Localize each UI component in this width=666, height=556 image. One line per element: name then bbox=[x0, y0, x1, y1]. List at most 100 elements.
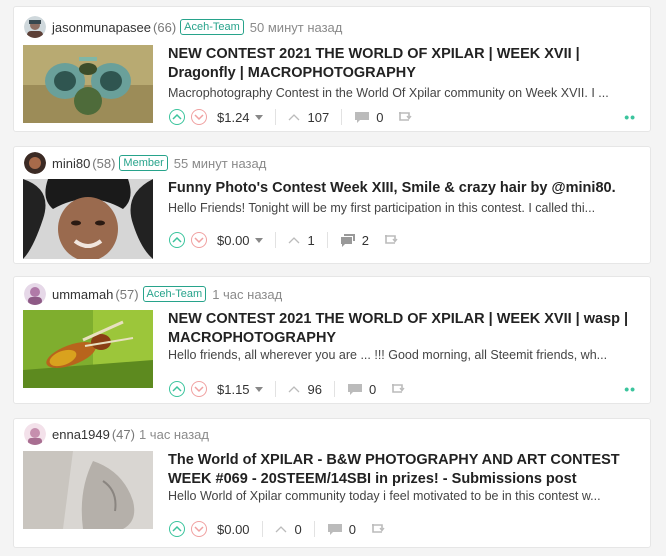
author-reputation: (57) bbox=[115, 286, 139, 302]
downvote-button[interactable] bbox=[191, 232, 207, 248]
resteem-icon bbox=[392, 383, 405, 393]
resteem-button[interactable] bbox=[397, 110, 413, 125]
author-name[interactable]: ummamah bbox=[52, 287, 113, 302]
divider bbox=[313, 521, 315, 537]
post-thumbnail[interactable] bbox=[23, 451, 153, 529]
more-options-icon[interactable]: •• bbox=[624, 109, 636, 125]
chevron-down-icon bbox=[194, 526, 204, 533]
resteem-button[interactable] bbox=[370, 522, 385, 537]
payout-value: $0.00 bbox=[217, 232, 250, 248]
comments-link[interactable]: 0 bbox=[327, 522, 356, 537]
divider bbox=[274, 381, 276, 397]
post-timestamp[interactable]: 1 час назад bbox=[139, 427, 209, 442]
community-badge: Aceh-Team bbox=[142, 286, 207, 302]
divider bbox=[334, 381, 336, 397]
payout-dropdown[interactable]: $1.24 bbox=[217, 110, 263, 125]
post-thumbnail[interactable] bbox=[23, 310, 153, 388]
voters-count[interactable]: 1 bbox=[288, 233, 315, 248]
chevron-up-icon bbox=[288, 114, 300, 121]
resteem-button[interactable] bbox=[383, 233, 398, 248]
post-excerpt[interactable]: Hello Friends! Tonight will be my first … bbox=[168, 201, 636, 215]
votes-value: 107 bbox=[307, 109, 330, 125]
post-timestamp[interactable]: 50 минут назад bbox=[250, 20, 343, 35]
author-name[interactable]: mini80 bbox=[52, 156, 90, 171]
chevron-up-icon bbox=[172, 236, 182, 243]
chevron-down-icon bbox=[194, 114, 204, 121]
avatar[interactable] bbox=[24, 283, 46, 305]
post-thumbnail[interactable] bbox=[23, 45, 153, 123]
divider bbox=[261, 521, 263, 537]
post-title[interactable]: NEW CONTEST 2021 THE WORLD OF XPILAR | W… bbox=[168, 45, 638, 83]
chevron-up-icon bbox=[172, 385, 182, 392]
comment-icon bbox=[355, 111, 370, 123]
payout-value: $1.24 bbox=[217, 109, 250, 125]
comments-link[interactable]: 2 bbox=[340, 233, 369, 248]
chevron-up-icon bbox=[172, 525, 182, 532]
post-footer: $1.15 96 0 bbox=[169, 379, 405, 399]
payout-value: $1.15 bbox=[217, 381, 250, 397]
caret-down-icon bbox=[254, 386, 263, 392]
post-title[interactable]: The World of XPILAR - B&W PHOTOGRAPHY AN… bbox=[168, 451, 638, 489]
community-badge: Member bbox=[119, 155, 168, 171]
upvote-button[interactable] bbox=[169, 109, 185, 125]
votes-value: 96 bbox=[307, 381, 323, 397]
comments-icon bbox=[340, 233, 355, 247]
payout-dropdown[interactable]: $1.15 bbox=[217, 382, 263, 397]
divider bbox=[326, 232, 328, 248]
author-name[interactable]: enna1949 bbox=[52, 427, 110, 442]
resteem-icon bbox=[399, 111, 413, 121]
post-header: jasonmunapasee (66) Aceh-Team 50 минут н… bbox=[24, 15, 342, 39]
post-header: mini80 (58) Member 55 минут назад bbox=[24, 151, 266, 175]
post-excerpt[interactable]: Macrophotography Contest in the World Of… bbox=[168, 86, 636, 100]
upvote-button[interactable] bbox=[169, 232, 185, 248]
comment-icon bbox=[348, 383, 363, 395]
post-timestamp[interactable]: 55 минут назад bbox=[174, 156, 267, 171]
post-card: mini80 (58) Member 55 минут назад Funny … bbox=[13, 146, 651, 264]
upvote-button[interactable] bbox=[169, 381, 185, 397]
comments-value: 0 bbox=[376, 109, 384, 125]
author-name[interactable]: jasonmunapasee bbox=[52, 20, 151, 35]
upvote-button[interactable] bbox=[169, 521, 185, 537]
comments-value: 0 bbox=[348, 521, 357, 537]
chevron-up-icon bbox=[275, 526, 287, 533]
author-reputation: (66) bbox=[153, 19, 177, 35]
comment-icon bbox=[327, 523, 342, 535]
post-footer: $0.00 1 2 bbox=[169, 230, 398, 250]
comments-link[interactable]: 0 bbox=[347, 382, 376, 397]
post-timestamp[interactable]: 1 час назад bbox=[212, 287, 282, 302]
post-excerpt[interactable]: Hello friends, all wherever you are ... … bbox=[168, 348, 636, 362]
comments-link[interactable]: 0 bbox=[354, 110, 383, 125]
more-options-icon[interactable]: •• bbox=[624, 381, 636, 397]
avatar[interactable] bbox=[24, 16, 46, 38]
payout-value: $0.00 bbox=[217, 521, 250, 537]
votes-value: 0 bbox=[294, 521, 302, 537]
post-excerpt[interactable]: Hello World of Xpilar community today i … bbox=[168, 489, 636, 503]
divider bbox=[341, 109, 343, 125]
comments-value: 0 bbox=[369, 381, 377, 397]
post-title[interactable]: Funny Photo's Contest Week XIII, Smile &… bbox=[168, 179, 638, 198]
post-footer: $0.00 0 0 bbox=[169, 519, 385, 539]
post-feed: jasonmunapasee (66) Aceh-Team 50 минут н… bbox=[0, 0, 666, 556]
chevron-up-icon bbox=[172, 113, 182, 120]
downvote-button[interactable] bbox=[191, 521, 207, 537]
avatar[interactable] bbox=[24, 423, 46, 445]
post-thumbnail[interactable] bbox=[23, 179, 153, 259]
downvote-button[interactable] bbox=[191, 381, 207, 397]
resteem-icon bbox=[385, 234, 398, 244]
downvote-button[interactable] bbox=[191, 109, 207, 125]
post-card: enna1949 (47) 1 час назад The World of X… bbox=[13, 418, 651, 548]
resteem-button[interactable] bbox=[390, 382, 405, 397]
post-card: ummamah (57) Aceh-Team 1 час назад NEW C… bbox=[13, 276, 651, 404]
voters-count[interactable]: 107 bbox=[288, 109, 330, 125]
payout-dropdown[interactable]: $0.00 bbox=[217, 233, 263, 248]
chevron-up-icon bbox=[288, 237, 300, 244]
avatar[interactable] bbox=[24, 152, 46, 174]
voters-count[interactable]: 0 bbox=[275, 522, 302, 537]
voters-count[interactable]: 96 bbox=[288, 382, 322, 397]
community-badge: Aceh-Team bbox=[180, 19, 244, 35]
chevron-up-icon bbox=[288, 386, 300, 393]
author-reputation: (47) bbox=[111, 426, 135, 442]
caret-down-icon bbox=[254, 114, 263, 120]
payout-value-box[interactable]: $0.00 bbox=[217, 522, 250, 537]
post-title[interactable]: NEW CONTEST 2021 THE WORLD OF XPILAR | W… bbox=[168, 310, 638, 348]
